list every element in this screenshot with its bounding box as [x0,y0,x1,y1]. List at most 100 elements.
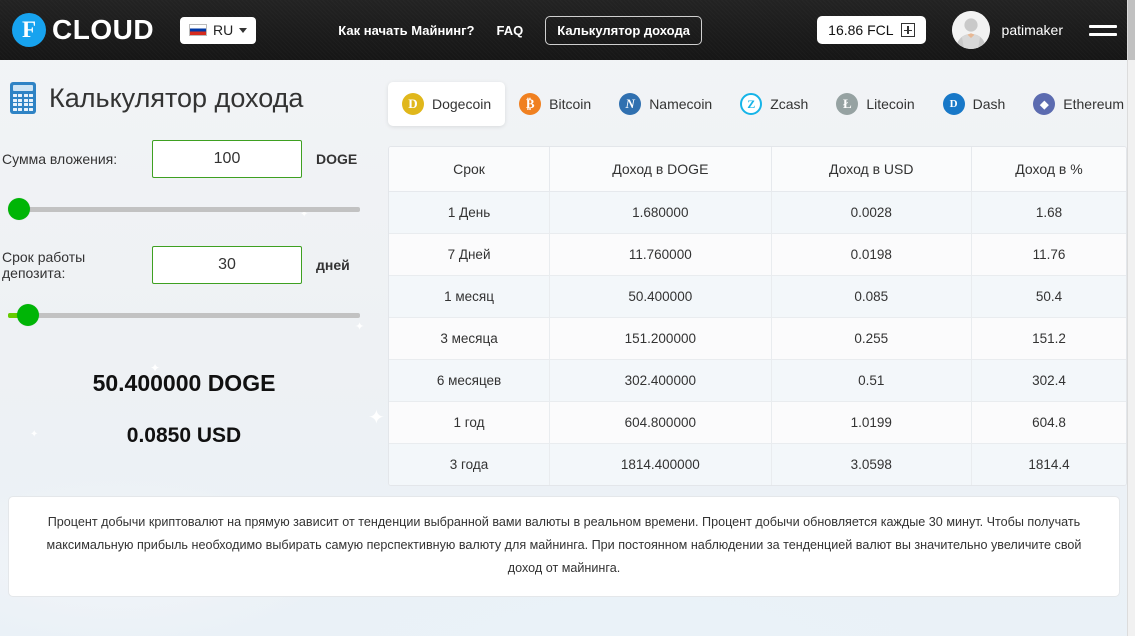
site-header: F CLOUD RU Как начать Майнинг? FAQ Кальк… [0,0,1127,60]
deposit-term-row: Срок работы депозита: дней [0,246,380,284]
nav-faq[interactable]: FAQ [497,23,524,38]
cell-coin: 50.400000 [549,275,772,318]
cell-term: 3 года [389,443,551,485]
calculator-icon [10,82,36,114]
currency-tabs: D Dogecoin ₿ Bitcoin N Namecoin Z Zcash … [388,78,1127,130]
litecoin-icon: Ł [836,93,859,115]
cell-term: 1 День [389,191,551,234]
col-header-income-coin: Доход в DOGE [549,147,772,192]
slider-track [8,313,360,318]
cell-usd: 0.0198 [771,233,972,276]
tab-bitcoin[interactable]: ₿ Bitcoin [505,82,605,126]
page-title: Калькулятор дохода [49,82,304,113]
page-scrollbar[interactable] [1127,0,1135,636]
result-usd-amount: 0.0850 USD [126,424,242,447]
cell-usd: 3.0598 [771,443,972,485]
tab-dogecoin[interactable]: D Dogecoin [388,82,506,126]
table-row: 6 месяцев 302.400000 0.51 302.4 [389,359,1126,402]
calculator-title-row: Калькулятор дохода [0,60,380,114]
income-table-container: Срок Доход в DOGE Доход в USD Доход в % … [388,146,1127,486]
plus-square-icon[interactable] [900,23,915,37]
flag-ru-icon [189,24,208,36]
cell-coin: 604.800000 [549,401,772,444]
cell-coin: 1814.400000 [549,443,772,485]
cell-usd: 0.0028 [771,191,972,234]
slider-handle[interactable] [8,198,30,220]
result-coin-amount: 50.400000 DOGE [92,370,276,396]
main-nav: Как начать Майнинг? FAQ Калькулятор дохо… [338,15,702,45]
ethereum-icon: ◆ [1033,93,1056,115]
cell-term: 3 месяца [389,317,551,360]
table-row: 3 года 1814.400000 3.0598 1814.4 [389,443,1126,485]
bitcoin-icon: ₿ [519,93,542,115]
dogecoin-icon: D [402,93,424,115]
tab-label: Litecoin [866,96,915,112]
cell-coin: 151.200000 [549,317,772,360]
tab-label: Dash [972,96,1006,112]
cell-pct: 302.4 [971,359,1126,402]
col-header-term: Срок [389,147,551,192]
col-header-income-usd: Доход в USD [771,147,972,192]
balance-amount: 16.86 FCL [828,22,894,38]
col-header-income-pct: Доход в % [971,147,1126,192]
cell-coin: 1.680000 [549,191,772,234]
cell-coin: 11.760000 [549,233,772,276]
table-row: 1 месяц 50.400000 0.085 50.4 [389,275,1126,318]
site-logo[interactable]: F CLOUD [12,13,154,47]
logo-mark-icon: F [12,13,46,47]
namecoin-icon: N [619,93,642,115]
cell-pct: 50.4 [971,275,1126,318]
logo-text: CLOUD [52,14,155,45]
hamburger-menu-icon[interactable] [1089,24,1117,36]
table-row: 1 год 604.800000 1.0199 604.8 [389,401,1126,444]
table-row: 1 День 1.680000 0.0028 1.68 [389,191,1126,234]
user-avatar-icon[interactable] [951,11,990,49]
deposit-term-unit: дней [316,257,350,273]
cell-usd: 0.51 [771,359,972,402]
nav-how-to-start-mining[interactable]: Как начать Майнинг? [338,23,474,38]
deposit-term-input[interactable] [152,246,302,284]
cell-pct: 1.68 [971,191,1126,234]
deposit-term-slider[interactable] [8,304,360,326]
tab-namecoin[interactable]: N Namecoin [605,82,726,126]
cell-term: 7 Дней [389,233,551,276]
tab-dash[interactable]: D Dash [929,82,1020,126]
cell-usd: 0.085 [771,275,972,318]
cell-pct: 604.8 [971,401,1126,444]
cell-pct: 1814.4 [971,443,1126,485]
calculation-result: 50.400000 DOGE 0.0850 USD [0,370,380,448]
nav-income-calculator[interactable]: Калькулятор дохода [545,15,702,45]
slider-track [8,207,360,212]
language-selector[interactable]: RU [180,16,257,44]
income-table-body: 1 День 1.680000 0.0028 1.68 7 Дней 11.760000… [389,191,1126,485]
language-label: RU [213,22,234,38]
cell-usd: 0.255 [771,317,972,360]
tab-label: Ethereum [1063,96,1124,112]
tab-zcash[interactable]: Z Zcash [726,82,822,126]
cell-term: 1 месяц [389,275,551,318]
tab-label: Bitcoin [549,96,592,112]
tab-litecoin[interactable]: Ł Litecoin [822,82,928,126]
info-note: Процент добычи криптовалют на прямую зав… [8,496,1120,597]
zcash-icon: Z [740,93,763,115]
slider-handle[interactable] [17,304,39,326]
balance-button[interactable]: 16.86 FCL [817,16,926,44]
cell-pct: 151.2 [971,317,1126,360]
investment-amount-unit: DOGE [316,151,358,167]
investment-amount-slider[interactable] [8,198,360,220]
dash-icon: D [942,93,965,115]
tab-label: Dogecoin [432,96,492,112]
username-label: patimaker [1001,22,1063,38]
cell-usd: 1.0199 [771,401,972,444]
investment-amount-input[interactable] [152,140,302,178]
income-table: Срок Доход в DOGE Доход в USD Доход в % … [389,147,1126,485]
table-row: 3 месяца 151.200000 0.255 151.2 [389,317,1126,360]
investment-amount-row: Сумма вложения: DOGE [0,140,380,178]
table-header-row: Срок Доход в DOGE Доход в USD Доход в % [389,147,1126,192]
tab-ethereum[interactable]: ◆ Ethereum [1019,82,1135,126]
investment-amount-label: Сумма вложения: [2,151,118,167]
tab-label: Namecoin [649,96,713,112]
deposit-term-label: Срок работы депозита: [2,249,86,281]
scrollbar-thumb[interactable] [1128,0,1135,60]
tab-label: Zcash [770,96,809,112]
